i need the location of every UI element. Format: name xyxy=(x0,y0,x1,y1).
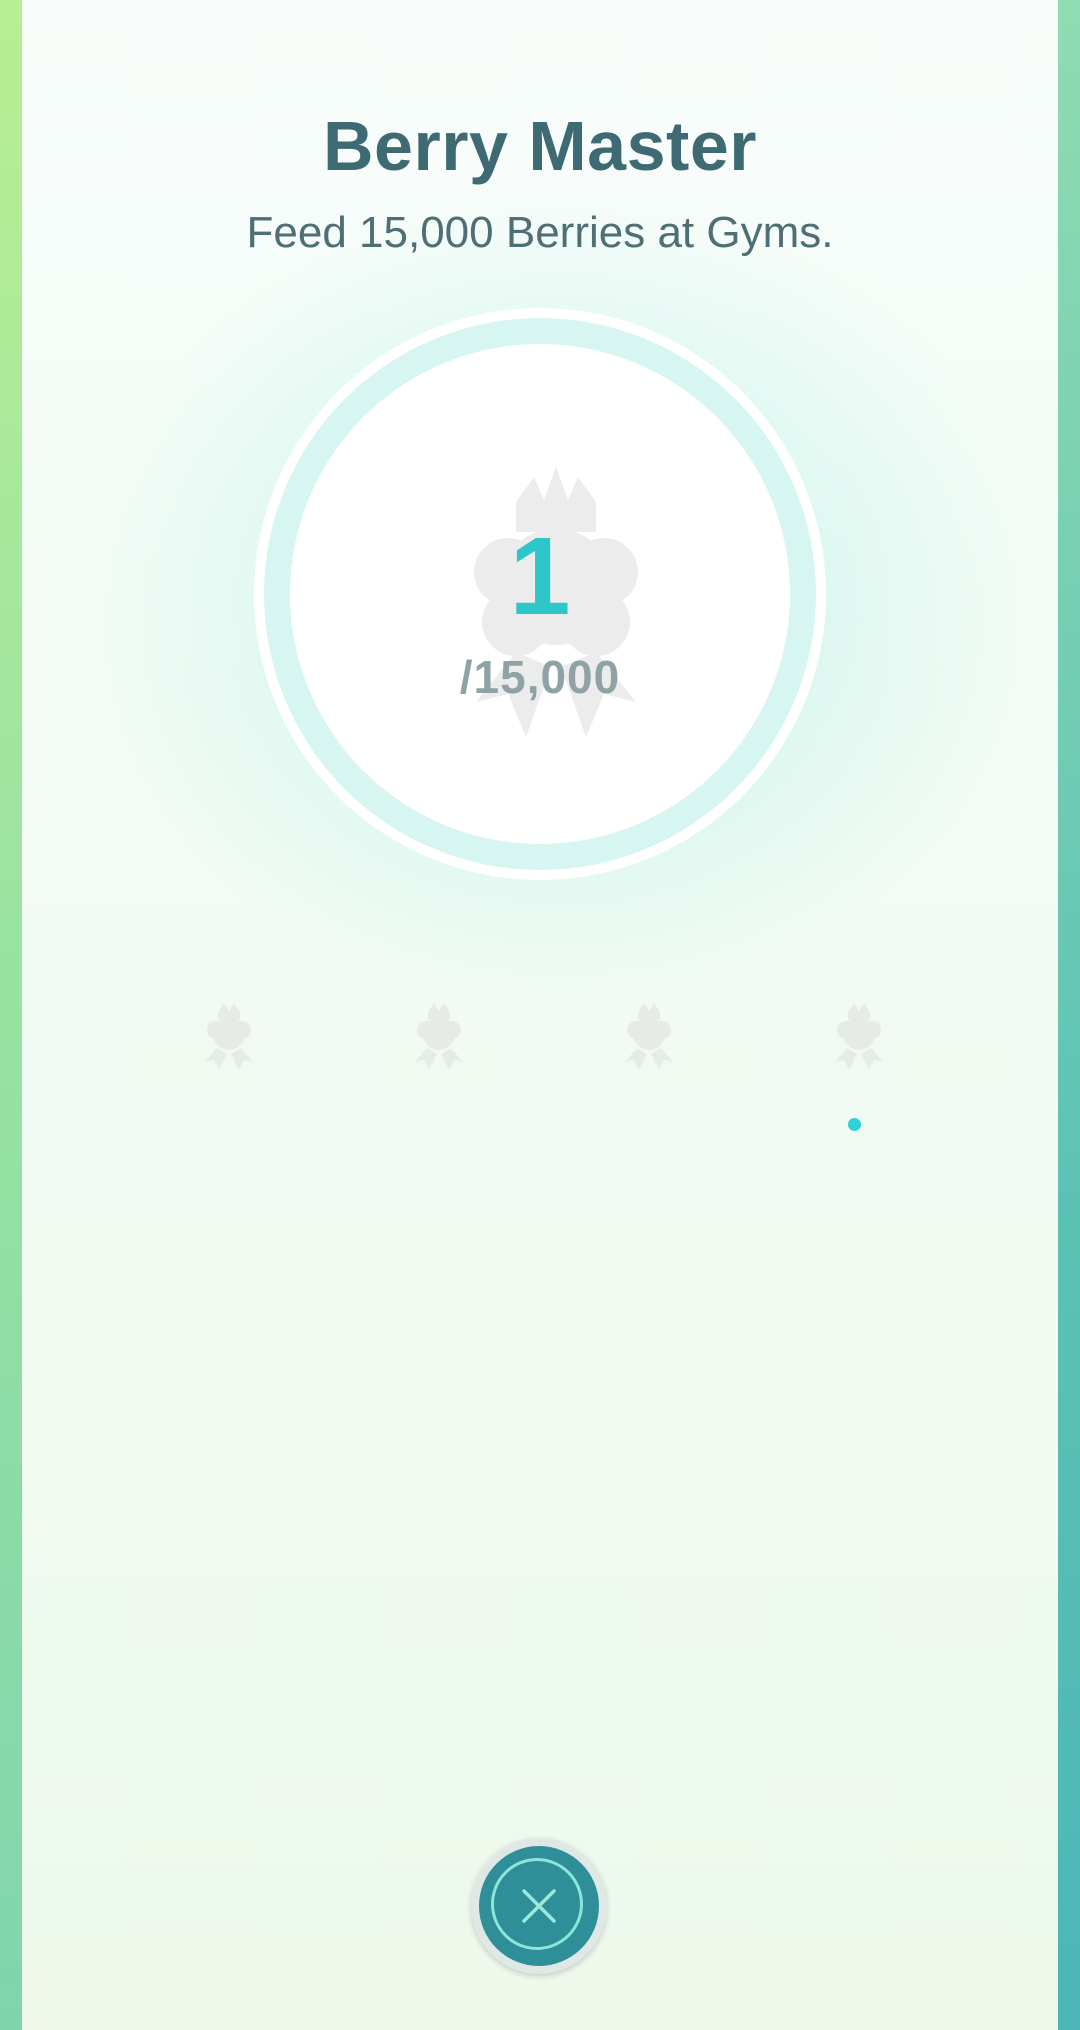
tier-gold-medal-icon xyxy=(625,1003,673,1070)
tier-bronze-medal-icon xyxy=(205,1003,253,1070)
badge-progress-circle: 1 /15,000 xyxy=(254,308,826,880)
close-icon[interactable] xyxy=(520,1887,558,1925)
close-button-face[interactable] xyxy=(479,1846,599,1966)
progress-goal: /15,000 xyxy=(459,651,621,703)
tier-platinum-medal-icon xyxy=(835,1003,883,1070)
current-tier-indicator xyxy=(848,1118,861,1131)
close-button[interactable] xyxy=(471,1838,607,1974)
progress-ring: 1 /15,000 xyxy=(264,318,816,870)
tier-silver-medal-icon xyxy=(415,1003,463,1070)
badge-title: Berry Master xyxy=(323,107,757,185)
right-edge-border xyxy=(1056,0,1080,2030)
progress-count: 1 xyxy=(509,515,571,638)
tier-row xyxy=(22,1000,1058,1070)
badge-center: 1 /15,000 xyxy=(290,344,790,844)
badge-detail-panel: Berry Master Feed 15,000 Berries at Gyms… xyxy=(22,0,1058,2030)
badge-description: Feed 15,000 Berries at Gyms. xyxy=(246,208,834,257)
